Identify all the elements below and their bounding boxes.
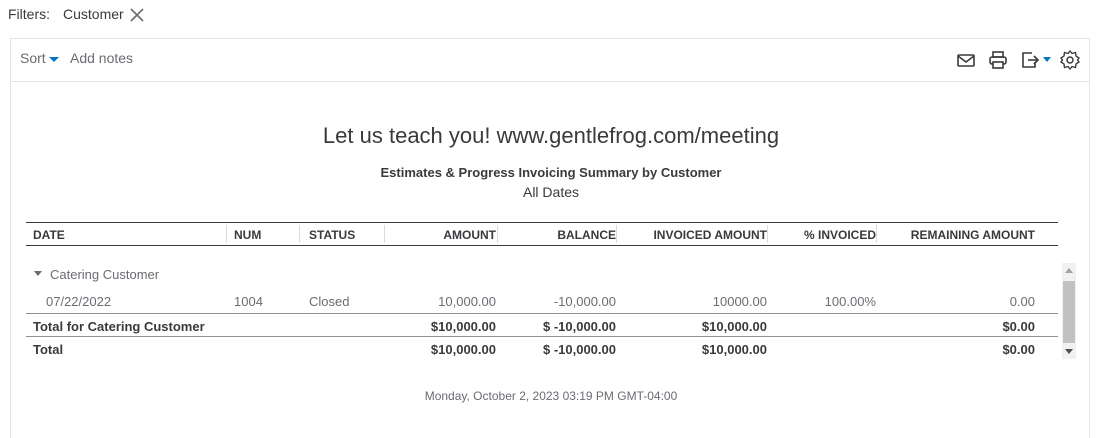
collapse-triangle-icon[interactable] bbox=[34, 271, 42, 276]
group-total-invoiced[interactable]: $10,000.00 bbox=[702, 319, 767, 334]
group-total-balance[interactable]: $ -10,000.00 bbox=[543, 319, 616, 334]
column-header-percent-invoiced[interactable]: % INVOICED bbox=[804, 228, 876, 242]
row-date[interactable]: 07/22/2022 bbox=[46, 294, 111, 309]
column-divider[interactable] bbox=[497, 225, 498, 243]
row-invoiced-amount[interactable]: 10000.00 bbox=[713, 294, 767, 309]
table-header: DATE NUM STATUS AMOUNT BALANCE INVOICED … bbox=[26, 222, 1058, 246]
row-num[interactable]: 1004 bbox=[234, 294, 263, 309]
row-status: Closed bbox=[309, 294, 350, 309]
grand-total-amount[interactable]: $10,000.00 bbox=[431, 342, 496, 357]
column-header-date[interactable]: DATE bbox=[33, 228, 65, 242]
group-total-remaining[interactable]: $0.00 bbox=[1002, 319, 1035, 334]
column-header-amount[interactable]: AMOUNT bbox=[443, 228, 496, 242]
scroll-up-arrow-icon[interactable] bbox=[1065, 268, 1073, 273]
column-header-invoiced-amount[interactable]: INVOICED AMOUNT bbox=[653, 228, 767, 242]
sort-label: Sort bbox=[20, 50, 46, 66]
grand-total-remaining[interactable]: $0.00 bbox=[1002, 342, 1035, 357]
filter-chip-label: Customer bbox=[63, 6, 124, 22]
report-panel: Sort Add notes Let us teach you! www.gen bbox=[10, 38, 1090, 438]
report-title: Let us teach you! www.gentlefrog.com/mee… bbox=[322, 123, 780, 148]
email-icon[interactable] bbox=[955, 49, 977, 71]
report-toolbar: Sort Add notes bbox=[11, 39, 1089, 82]
table-scrollbar[interactable] bbox=[1062, 263, 1076, 359]
row-remaining-amount[interactable]: 0.00 bbox=[1010, 294, 1035, 309]
column-divider[interactable] bbox=[299, 225, 300, 243]
export-dropdown[interactable] bbox=[1019, 49, 1053, 71]
row-balance[interactable]: -10,000.00 bbox=[554, 294, 616, 309]
report-date-range: All Dates bbox=[522, 184, 580, 200]
print-icon[interactable] bbox=[987, 49, 1009, 71]
report-subtitle: Estimates & Progress Invoicing Summary b… bbox=[380, 165, 722, 180]
grand-total-row: Total $10,000.00 $ -10,000.00 $10,000.00… bbox=[26, 336, 1058, 359]
group-total-row: Total for Catering Customer $10,000.00 $… bbox=[26, 313, 1058, 336]
column-divider[interactable] bbox=[384, 225, 385, 243]
add-notes-button[interactable]: Add notes bbox=[70, 50, 133, 66]
grand-total-label: Total bbox=[33, 342, 64, 357]
column-divider[interactable] bbox=[616, 225, 617, 243]
filters-label: Filters: bbox=[8, 6, 50, 22]
scroll-down-arrow-icon[interactable] bbox=[1065, 349, 1073, 354]
column-header-remaining-amount[interactable]: REMAINING AMOUNT bbox=[911, 228, 1035, 242]
row-amount[interactable]: 10,000.00 bbox=[438, 294, 496, 309]
group-total-label: Total for Catering Customer bbox=[33, 319, 205, 334]
column-divider[interactable] bbox=[876, 225, 877, 243]
close-icon[interactable] bbox=[129, 7, 145, 23]
export-icon bbox=[1022, 52, 1040, 68]
grand-total-balance[interactable]: $ -10,000.00 bbox=[543, 342, 616, 357]
column-divider[interactable] bbox=[226, 225, 227, 243]
report-timestamp: Monday, October 2, 2023 03:19 PM GMT-04:… bbox=[424, 389, 678, 403]
filter-chip-customer[interactable]: Customer bbox=[63, 6, 145, 22]
settings-icon[interactable] bbox=[1059, 49, 1081, 71]
column-header-balance[interactable]: BALANCE bbox=[557, 228, 616, 242]
row-percent-invoiced: 100.00% bbox=[824, 294, 876, 309]
column-header-num[interactable]: NUM bbox=[234, 228, 261, 242]
sort-dropdown[interactable]: Sort bbox=[20, 50, 59, 66]
chevron-down-icon bbox=[1043, 57, 1051, 62]
column-divider[interactable] bbox=[767, 225, 768, 243]
chevron-down-icon bbox=[48, 56, 59, 62]
grand-total-invoiced[interactable]: $10,000.00 bbox=[702, 342, 767, 357]
group-total-amount[interactable]: $10,000.00 bbox=[431, 319, 496, 334]
group-name: Catering Customer bbox=[50, 267, 160, 282]
scrollbar-thumb[interactable] bbox=[1063, 281, 1075, 343]
filters-bar: Filters: Customer bbox=[8, 6, 145, 22]
column-header-status[interactable]: STATUS bbox=[309, 228, 355, 242]
